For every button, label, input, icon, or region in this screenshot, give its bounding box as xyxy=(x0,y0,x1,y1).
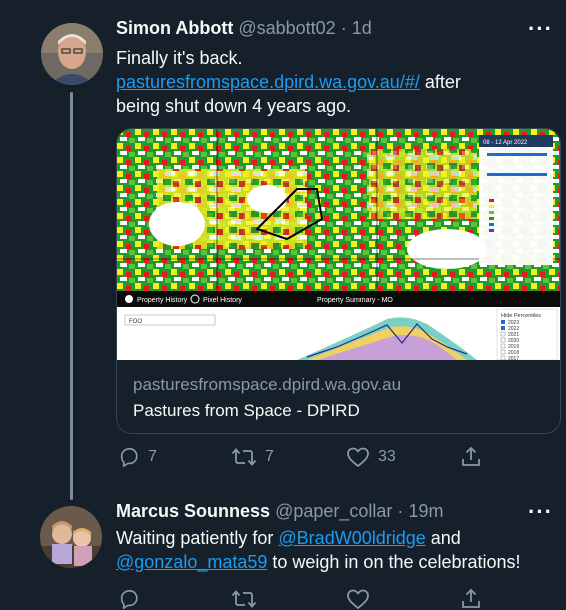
card-title[interactable]: Pastures from Space - DPIRD xyxy=(133,401,360,421)
tweet-text: Waiting patiently for @BradW00ldridge an… xyxy=(116,526,521,574)
thread-connector-line xyxy=(70,92,73,500)
tweet-link[interactable]: pasturesfromspace.dpird.wa.gov.au/#/ xyxy=(116,72,420,92)
tweet-actions xyxy=(116,588,556,610)
map-date-range: 08 - 12 Apr 2022 xyxy=(483,140,528,146)
author-name[interactable]: Simon Abbott xyxy=(116,18,233,38)
reply-icon xyxy=(120,447,138,467)
timeline: Simon Abbott @sabbott02 · 1d ··· Finally… xyxy=(0,0,566,609)
pixel-history-tab: Pixel History xyxy=(203,297,242,304)
share-icon xyxy=(462,446,480,466)
mention-link[interactable]: @BradW00ldridge xyxy=(278,528,425,548)
more-options-icon[interactable]: ··· xyxy=(528,499,553,525)
card-preview-image[interactable]: 08 - 12 Apr 2022 Property History Pixel … xyxy=(117,129,560,362)
author-handle[interactable]: @paper_collar xyxy=(275,501,392,521)
tweet-text-fragment: after xyxy=(419,72,461,92)
property-history-tab: Property History xyxy=(137,297,188,304)
retweet-button[interactable] xyxy=(231,588,257,610)
property-summary-label: Property Summary - MO xyxy=(317,297,393,304)
like-button[interactable] xyxy=(346,588,370,610)
like-count: 33 xyxy=(378,448,396,465)
tweet-time[interactable]: 19m xyxy=(408,501,443,521)
share-icon xyxy=(462,588,480,608)
avatar-simon-abbott[interactable] xyxy=(41,23,103,85)
legend-year: 2017 xyxy=(508,356,519,360)
tweet-header: Marcus Sounness @paper_collar · 19m xyxy=(116,500,443,522)
reply-button[interactable]: 7 xyxy=(118,446,157,468)
reply-count: 7 xyxy=(148,448,157,465)
retweet-icon xyxy=(231,590,257,608)
more-options-icon[interactable]: ··· xyxy=(528,16,553,42)
like-button[interactable]: 33 xyxy=(346,446,396,468)
tweet-time[interactable]: 1d xyxy=(352,18,372,38)
reply-button[interactable] xyxy=(118,588,140,610)
link-preview-card[interactable]: 08 - 12 Apr 2022 Property History Pixel … xyxy=(116,128,561,434)
chart-dropdown: FOO xyxy=(129,319,142,325)
author-name[interactable]: Marcus Sounness xyxy=(116,501,270,521)
separator-dot: · xyxy=(340,18,347,38)
tweet-header: Simon Abbott @sabbott02 · 1d xyxy=(116,17,372,39)
tweet-text-fragment: Waiting patiently for xyxy=(116,528,279,548)
tweet-actions: 7 7 33 xyxy=(116,446,556,468)
tweet-text-line: Finally it's back. xyxy=(116,48,243,68)
retweet-button[interactable]: 7 xyxy=(231,446,274,468)
heart-icon xyxy=(347,447,369,467)
mention-link[interactable]: @gonzalo_mata59 xyxy=(116,552,267,572)
card-domain[interactable]: pasturesfromspace.dpird.wa.gov.au xyxy=(133,375,401,395)
tweet-text: Finally it's back. pasturesfromspace.dpi… xyxy=(116,46,461,118)
avatar-marcus-sounness[interactable] xyxy=(40,506,102,568)
author-handle[interactable]: @sabbott02 xyxy=(238,18,335,38)
percentiles-panel-title: Hide Percentiles xyxy=(501,313,541,319)
tweet-text-fragment: to weigh in on the celebrations! xyxy=(267,552,521,572)
retweet-icon xyxy=(231,448,257,466)
heart-icon xyxy=(347,589,369,609)
share-button[interactable] xyxy=(460,446,482,468)
reply-icon xyxy=(120,589,138,609)
tweet-text-line: being shut down 4 years ago. xyxy=(116,96,352,116)
retweet-count: 7 xyxy=(265,448,274,465)
tweet-text-fragment: and xyxy=(425,528,461,548)
share-button[interactable] xyxy=(460,588,482,610)
